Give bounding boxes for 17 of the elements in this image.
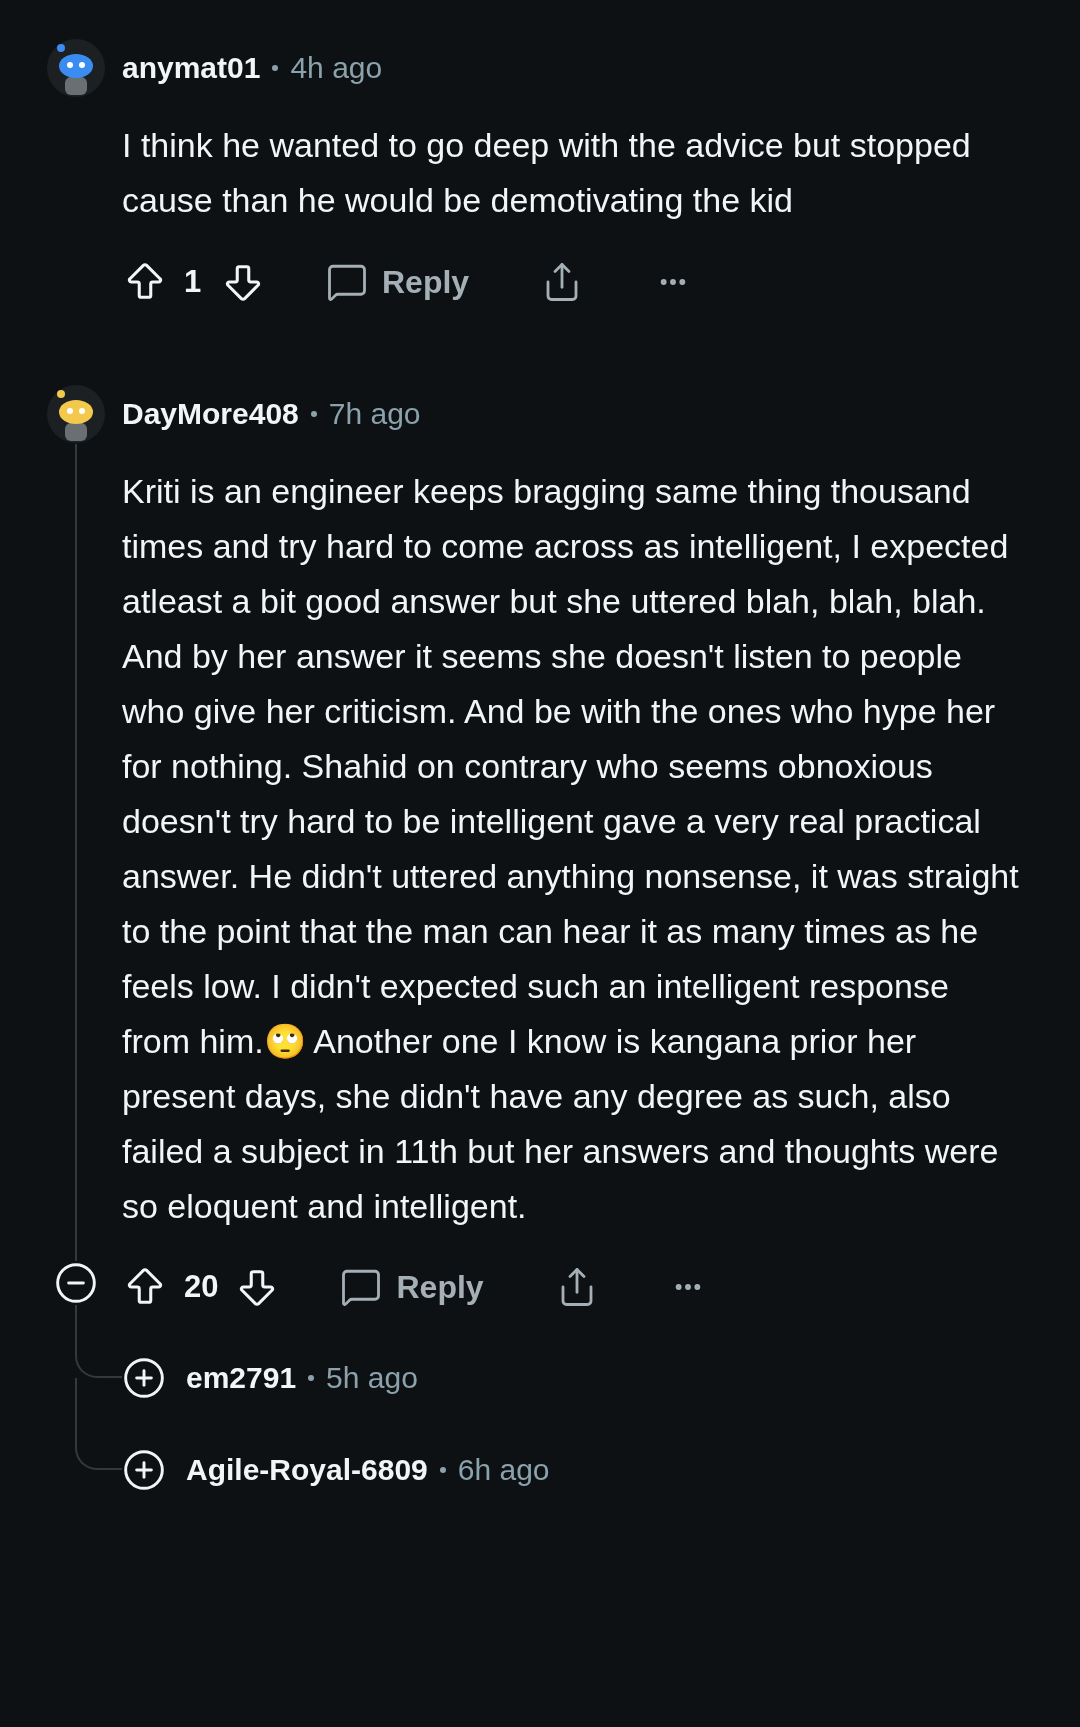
- timestamp: 5h ago: [326, 1361, 418, 1395]
- timestamp: 4h ago: [290, 51, 383, 85]
- comment-text: Kriti is an engineer keeps bragging same thing thousand times and try hard to come across as intelligent, I expected atleast a bit good answer but she uttered blah, blah, blah. And by her answer it seems she doesn't listen to people who give her criticism. And be with the ones who hype her for nothing. Shahid on contrary who seems obnoxious doesn't try hard to be intelligent gave a very real practical answer. He didn't uttered anything nonsense, it was straight to the point that the man can hear it as many times as he feels low. I didn't expected such an intelligent response from him.🙄 Another one I know is kangana prior her present days, she didn't have any degree as such, also failed a subject in 11th but her answers and thoughts were so eloquent and intelligent.: [122, 471, 1020, 1227]
- reply-button[interactable]: Reply: [340, 1266, 484, 1308]
- vote-count: 20: [184, 1269, 219, 1305]
- vote-count: 1: [184, 264, 203, 300]
- reply-button[interactable]: Reply: [326, 261, 470, 303]
- username[interactable]: anymat01: [122, 51, 261, 85]
- collapse-button[interactable]: [54, 1261, 98, 1305]
- username[interactable]: Agile-Royal-6809: [186, 1453, 428, 1487]
- comment-text: I think he wanted to go deep with the advice but stopped cause than he would be demotivating the kid: [122, 125, 972, 221]
- expand-button[interactable]: [122, 1356, 166, 1400]
- username[interactable]: em2791: [186, 1361, 297, 1395]
- expand-button[interactable]: [122, 1448, 166, 1492]
- username[interactable]: DayMore408: [122, 397, 299, 431]
- timestamp: 7h ago: [328, 397, 421, 431]
- timestamp: 6h ago: [457, 1453, 550, 1487]
